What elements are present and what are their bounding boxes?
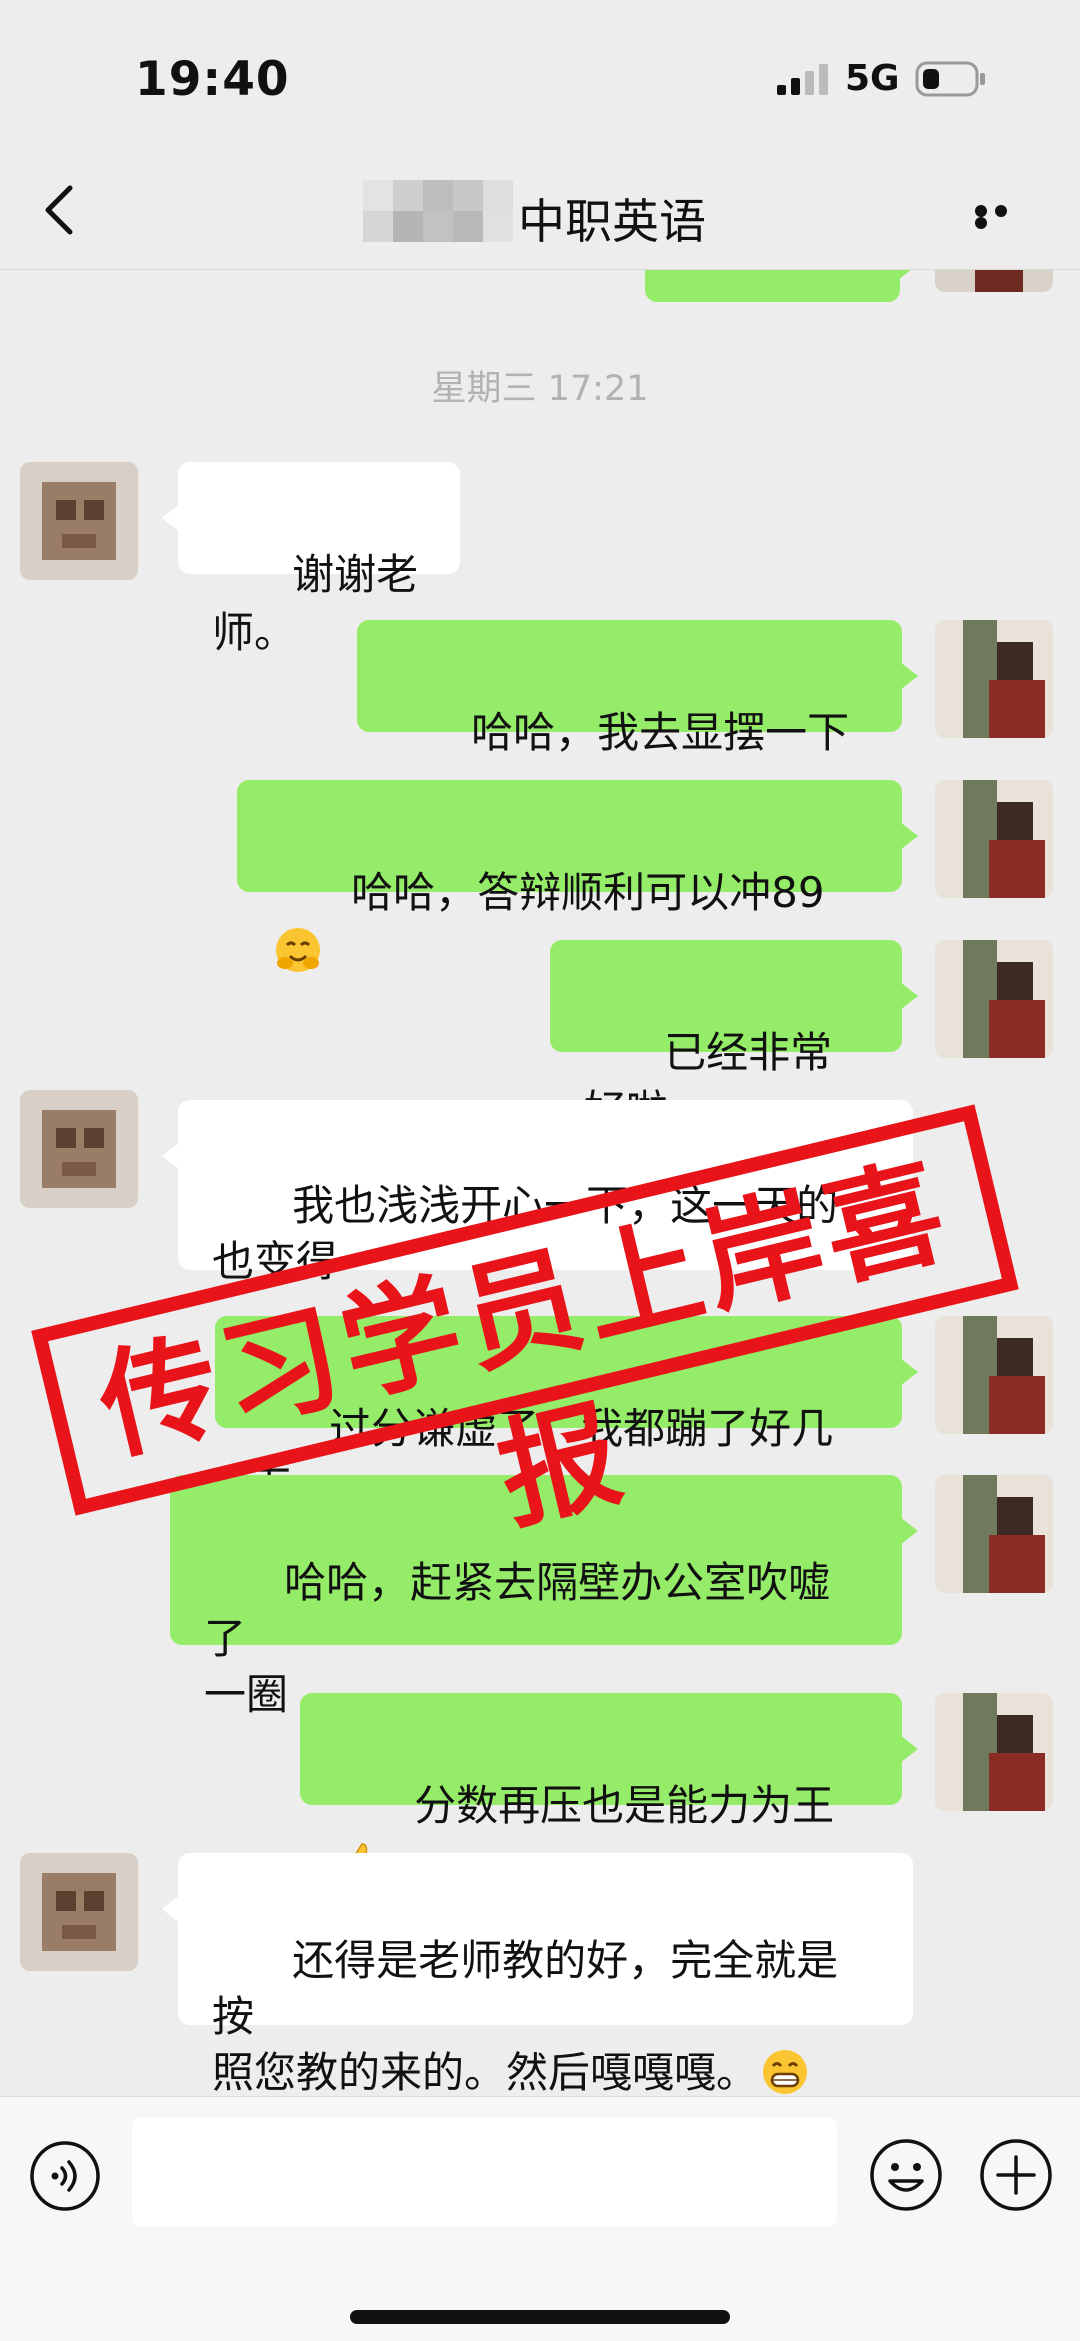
- message-text: 分数再压也是能力为王: [414, 1781, 835, 1830]
- signal-strength-icon: [777, 64, 828, 95]
- nav-bar: 中职英语: [0, 150, 1080, 270]
- my-avatar[interactable]: [935, 620, 1053, 738]
- my-avatar[interactable]: [935, 940, 1053, 1058]
- home-indicator[interactable]: [350, 2310, 730, 2324]
- message-bubble-received[interactable]: 谢谢老师。: [162, 462, 460, 657]
- timestamp-separator: 星期三 17:21: [431, 369, 649, 409]
- hugging-face-emoji: [276, 928, 320, 972]
- grinning-face-emoji: [763, 2050, 808, 2094]
- message-bubble-sent[interactable]: 哈哈，我去显摆一下～: [357, 620, 918, 815]
- status-bar: 19:40 5G: [0, 0, 1080, 150]
- message-input-bar: [0, 2096, 1080, 2341]
- my-avatar[interactable]: [935, 780, 1053, 898]
- chat-screen: 19:40 5G 中职英语 星期三 17:21 谢谢老师。 哈哈，我去显摆一下 …: [0, 0, 1080, 2341]
- my-avatar[interactable]: [935, 1316, 1053, 1434]
- my-avatar[interactable]: [935, 1475, 1053, 1593]
- message-text: 还得是老师教的好，完全就是按 照您教的来的。然后嘎嘎嘎。: [212, 1936, 839, 2096]
- battery-icon: [915, 61, 985, 97]
- message-bubble-sent[interactable]: 哈哈，答辩顺利可以冲89: [237, 780, 918, 972]
- my-avatar[interactable]: [935, 270, 1053, 292]
- contact-avatar[interactable]: [20, 1090, 138, 1208]
- more-options-icon[interactable]: [975, 205, 1031, 229]
- message-bubble-received[interactable]: 还得是老师教的好，完全就是按 照您教的来的。然后嘎嘎嘎。: [162, 1853, 913, 2096]
- message-bubble-sent[interactable]: 分数再压也是能力为王: [300, 1693, 918, 1885]
- blurred-title-prefix: [363, 180, 515, 242]
- network-type-label: 5G: [845, 58, 900, 99]
- chat-title: 中职英语: [518, 195, 706, 250]
- voice-input-icon[interactable]: [28, 2139, 102, 2213]
- status-time: 19:40: [135, 52, 290, 107]
- message-text-input[interactable]: [132, 2117, 837, 2227]
- message-text: 哈哈，答辩顺利可以冲89: [351, 868, 825, 917]
- contact-avatar[interactable]: [20, 462, 138, 580]
- more-actions-plus-icon[interactable]: [978, 2137, 1054, 2213]
- back-arrow-icon[interactable]: [40, 182, 80, 238]
- contact-avatar[interactable]: [20, 1853, 138, 1971]
- emoji-picker-icon[interactable]: [868, 2137, 944, 2213]
- message-bubble-sent[interactable]: 已经非常好啦: [550, 940, 918, 1135]
- my-avatar[interactable]: [935, 1693, 1053, 1811]
- message-bubble-partial[interactable]: [645, 270, 916, 302]
